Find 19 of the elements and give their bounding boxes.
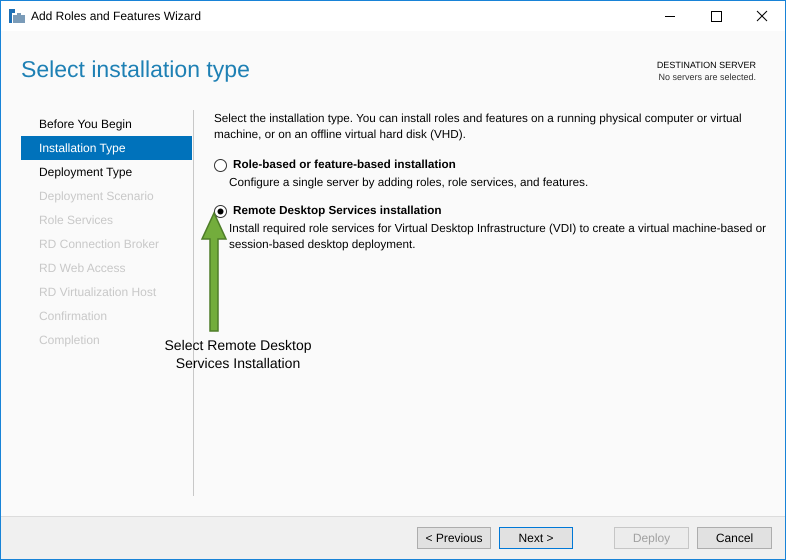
radio-button[interactable] <box>214 158 227 172</box>
option-label[interactable]: Role-based or feature-based installation <box>233 157 456 173</box>
wizard-button[interactable]: Next > <box>499 527 573 549</box>
window-title: Add Roles and Features Wizard <box>31 9 202 23</box>
option-description: Install required role services for Virtual Desktop Infrastructure (VDI) to create a virtual machine-based or session-based desktop deployment. <box>229 221 767 253</box>
intro-text: Select the installation type. You can install roles and features on a running physical computer or virtual machine, or on an offline virtual hard disk (VHD). <box>214 111 743 143</box>
page-title: Select installation type <box>21 56 250 83</box>
step-item[interactable]: Installation Type <box>21 136 192 160</box>
step-item[interactable]: Before You Begin <box>21 112 136 136</box>
destination-value: No servers are selected. <box>657 71 756 83</box>
annotation-text: Select Remote Desktop Services Installation <box>163 336 313 372</box>
option-label[interactable]: Remote Desktop Services installation <box>233 203 442 219</box>
radio-button[interactable] <box>214 204 227 218</box>
destination-label: DESTINATION SERVER <box>656 59 756 71</box>
app-icon <box>9 9 25 23</box>
wizard-button[interactable]: Cancel <box>697 527 772 549</box>
option-description: Configure a single server by adding roles, role services, and features. <box>229 175 590 191</box>
wizard-button[interactable]: < Previous <box>417 527 491 549</box>
step-item[interactable]: Deployment Type <box>21 160 136 184</box>
